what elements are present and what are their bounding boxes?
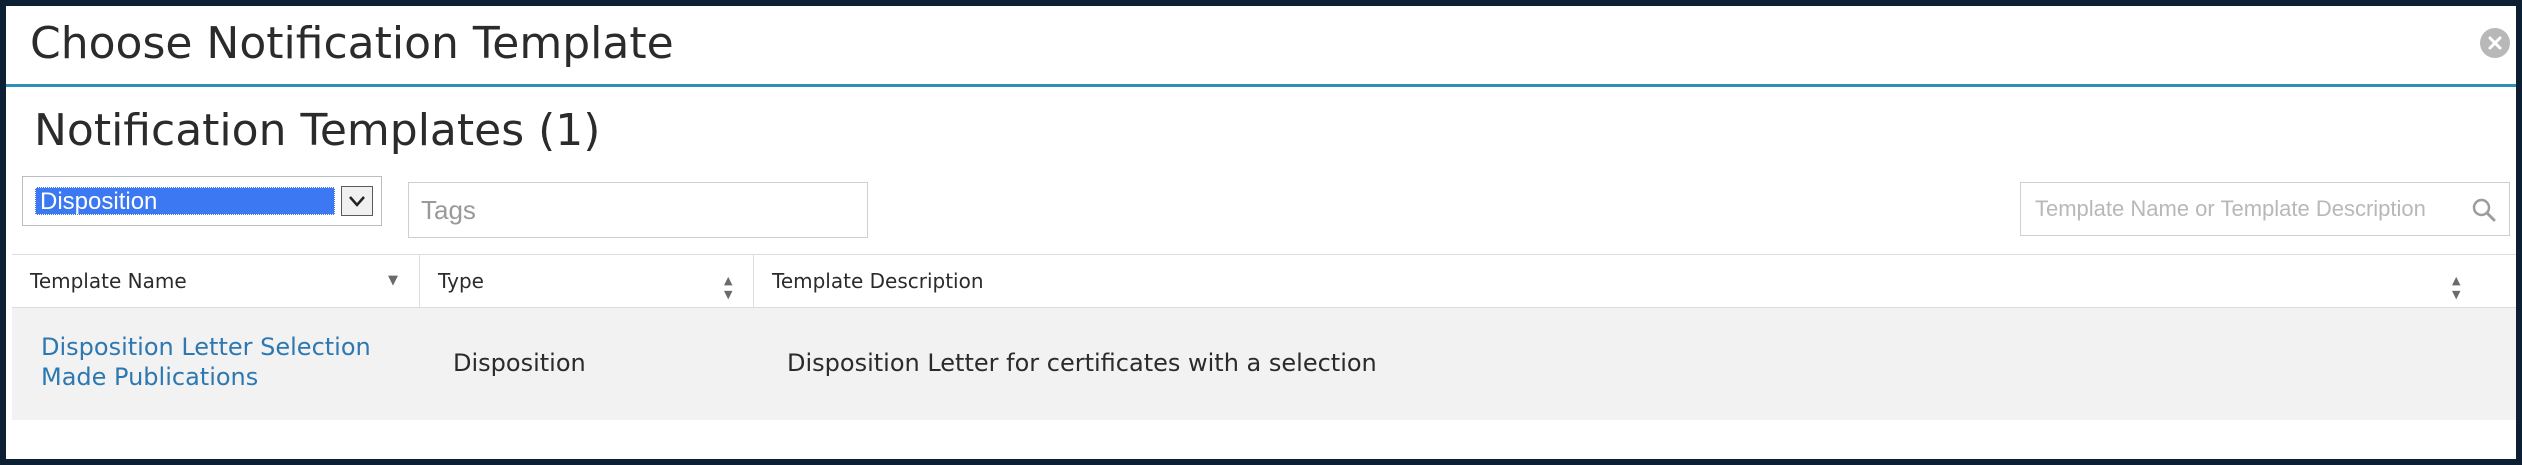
dialog-header: Choose Notification Template	[6, 6, 2516, 87]
dialog-frame: Choose Notification Template Notificatio…	[0, 0, 2522, 465]
template-type-select[interactable]: Disposition	[22, 176, 382, 226]
template-type-selected-value[interactable]: Disposition	[35, 187, 335, 215]
sort-both-icon[interactable]: ▲ ▼	[2452, 274, 2460, 302]
section-title: Notification Templates (1)	[34, 105, 601, 156]
template-name-line-1[interactable]: Disposition Letter Selection	[41, 333, 371, 361]
search-icon[interactable]	[2471, 197, 2497, 223]
template-name-link[interactable]: Disposition Letter Selection Made Public…	[41, 332, 371, 392]
template-search-box[interactable]	[2020, 182, 2510, 236]
close-icon[interactable]	[2480, 28, 2510, 58]
template-description-cell: Disposition Letter for certificates with…	[787, 349, 1377, 377]
tags-input[interactable]	[408, 182, 868, 238]
sort-desc-icon[interactable]: ▼	[388, 255, 398, 307]
close-circle-icon	[2481, 29, 2509, 57]
select-dropdown-button[interactable]	[341, 186, 373, 216]
column-header-template-description[interactable]: Template Description	[754, 255, 2516, 307]
sort-both-icon[interactable]: ▲ ▼	[724, 274, 732, 302]
table-row[interactable]: Disposition Letter Selection Made Public…	[12, 308, 2516, 420]
column-header-type[interactable]: Type	[420, 255, 754, 307]
template-type-cell: Disposition	[453, 349, 586, 377]
column-header-label: Type	[438, 269, 484, 293]
chevron-down-icon	[349, 196, 365, 207]
grid-header: Template Name ▼ Type ▲ ▼ Template Descrip…	[12, 254, 2516, 308]
dialog-title: Choose Notification Template	[30, 18, 674, 69]
template-search-input[interactable]	[2021, 183, 2461, 235]
column-header-label: Template Description	[772, 269, 984, 293]
template-name-line-2[interactable]: Made Publications	[41, 363, 258, 391]
column-header-label: Template Name	[30, 269, 187, 293]
column-header-template-name[interactable]: Template Name	[12, 255, 420, 307]
